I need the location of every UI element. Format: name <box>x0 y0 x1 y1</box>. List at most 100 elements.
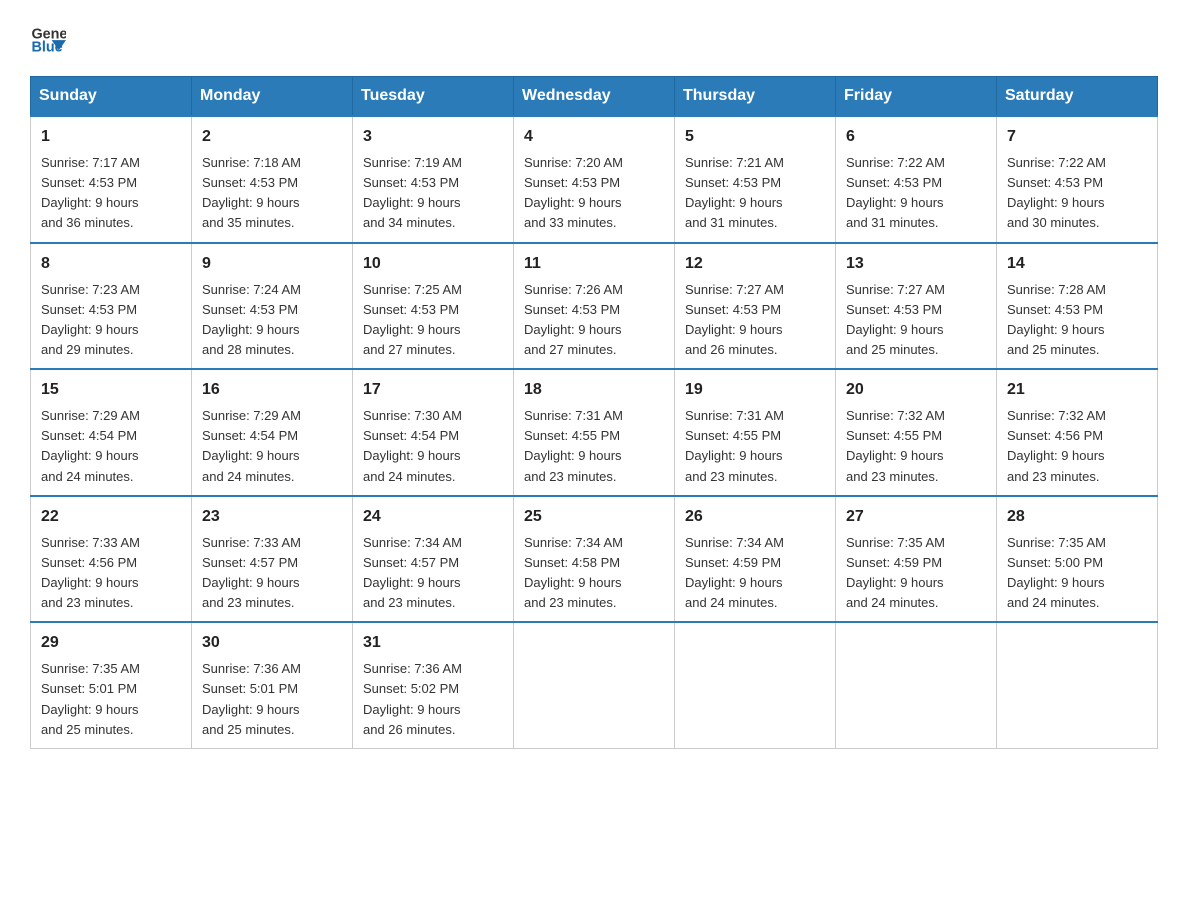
day-number: 3 <box>363 125 503 149</box>
day-info: Sunrise: 7:36 AMSunset: 5:01 PMDaylight:… <box>202 659 342 740</box>
day-info: Sunrise: 7:32 AMSunset: 4:56 PMDaylight:… <box>1007 406 1147 487</box>
calendar-cell: 20 Sunrise: 7:32 AMSunset: 4:55 PMDayligh… <box>836 369 997 496</box>
day-info: Sunrise: 7:31 AMSunset: 4:55 PMDaylight:… <box>685 406 825 487</box>
day-info: Sunrise: 7:17 AMSunset: 4:53 PMDaylight:… <box>41 153 181 234</box>
day-info: Sunrise: 7:29 AMSunset: 4:54 PMDaylight:… <box>202 406 342 487</box>
calendar-cell: 6 Sunrise: 7:22 AMSunset: 4:53 PMDaylight… <box>836 116 997 243</box>
day-number: 17 <box>363 378 503 402</box>
calendar-cell: 19Sunrise: 7:31 AMSunset: 4:55 PMDayligh… <box>675 369 836 496</box>
calendar-cell: 16 Sunrise: 7:29 AMSunset: 4:54 PMDayligh… <box>192 369 353 496</box>
calendar-cell: 25 Sunrise: 7:34 AMSunset: 4:58 PMDayligh… <box>514 496 675 623</box>
calendar-cell: 27 Sunrise: 7:35 AMSunset: 4:59 PMDayligh… <box>836 496 997 623</box>
day-number: 11 <box>524 252 664 276</box>
calendar-cell: 26 Sunrise: 7:34 AMSunset: 4:59 PMDayligh… <box>675 496 836 623</box>
day-info: Sunrise: 7:35 AMSunset: 4:59 PMDaylight:… <box>846 533 986 614</box>
week-row-1: 1Sunrise: 7:17 AMSunset: 4:53 PMDaylight… <box>31 116 1158 243</box>
day-info: Sunrise: 7:18 AMSunset: 4:53 PMDaylight:… <box>202 153 342 234</box>
day-info: Sunrise: 7:22 AMSunset: 4:53 PMDaylight:… <box>1007 153 1147 234</box>
day-number: 4 <box>524 125 664 149</box>
calendar-header-row: SundayMondayTuesdayWednesdayThursdayFrid… <box>31 77 1158 117</box>
week-row-4: 22Sunrise: 7:33 AMSunset: 4:56 PMDayligh… <box>31 496 1158 623</box>
calendar-header-sunday: Sunday <box>31 77 192 117</box>
day-number: 12 <box>685 252 825 276</box>
calendar-cell: 11 Sunrise: 7:26 AMSunset: 4:53 PMDayligh… <box>514 243 675 370</box>
week-row-3: 15 Sunrise: 7:29 AMSunset: 4:54 PMDayligh… <box>31 369 1158 496</box>
day-number: 10 <box>363 252 503 276</box>
calendar-cell: 12 Sunrise: 7:27 AMSunset: 4:53 PMDayligh… <box>675 243 836 370</box>
calendar-cell: 29 Sunrise: 7:35 AMSunset: 5:01 PMDayligh… <box>31 622 192 748</box>
calendar-cell: 2 Sunrise: 7:18 AMSunset: 4:53 PMDaylight… <box>192 116 353 243</box>
day-number: 8 <box>41 252 181 276</box>
calendar-cell: 31Sunrise: 7:36 AMSunset: 5:02 PMDayligh… <box>353 622 514 748</box>
calendar-cell: 10 Sunrise: 7:25 AMSunset: 4:53 PMDayligh… <box>353 243 514 370</box>
day-info: Sunrise: 7:28 AMSunset: 4:53 PMDaylight:… <box>1007 280 1147 361</box>
day-info: Sunrise: 7:34 AMSunset: 4:57 PMDaylight:… <box>363 533 503 614</box>
calendar-cell: 3 Sunrise: 7:19 AMSunset: 4:53 PMDaylight… <box>353 116 514 243</box>
calendar-cell: 13 Sunrise: 7:27 AMSunset: 4:53 PMDayligh… <box>836 243 997 370</box>
calendar-cell: 23 Sunrise: 7:33 AMSunset: 4:57 PMDayligh… <box>192 496 353 623</box>
day-info: Sunrise: 7:22 AMSunset: 4:53 PMDaylight:… <box>846 153 986 234</box>
day-number: 6 <box>846 125 986 149</box>
calendar-cell: 21 Sunrise: 7:32 AMSunset: 4:56 PMDayligh… <box>997 369 1158 496</box>
calendar-cell: 9Sunrise: 7:24 AMSunset: 4:53 PMDaylight… <box>192 243 353 370</box>
calendar-cell <box>836 622 997 748</box>
day-number: 29 <box>41 631 181 655</box>
calendar-header-friday: Friday <box>836 77 997 117</box>
day-number: 16 <box>202 378 342 402</box>
calendar-header-saturday: Saturday <box>997 77 1158 117</box>
day-info: Sunrise: 7:30 AMSunset: 4:54 PMDaylight:… <box>363 406 503 487</box>
logo-icon: General Blue <box>30 20 66 56</box>
day-info: Sunrise: 7:34 AMSunset: 4:58 PMDaylight:… <box>524 533 664 614</box>
day-info: Sunrise: 7:26 AMSunset: 4:53 PMDaylight:… <box>524 280 664 361</box>
calendar-cell: 8 Sunrise: 7:23 AMSunset: 4:53 PMDaylight… <box>31 243 192 370</box>
calendar-cell: 17 Sunrise: 7:30 AMSunset: 4:54 PMDayligh… <box>353 369 514 496</box>
day-info: Sunrise: 7:21 AMSunset: 4:53 PMDaylight:… <box>685 153 825 234</box>
day-number: 13 <box>846 252 986 276</box>
day-number: 24 <box>363 505 503 529</box>
calendar-header-thursday: Thursday <box>675 77 836 117</box>
day-number: 30 <box>202 631 342 655</box>
day-info: Sunrise: 7:36 AMSunset: 5:02 PMDaylight:… <box>363 659 503 740</box>
day-info: Sunrise: 7:23 AMSunset: 4:53 PMDaylight:… <box>41 280 181 361</box>
calendar-cell: 7 Sunrise: 7:22 AMSunset: 4:53 PMDaylight… <box>997 116 1158 243</box>
day-info: Sunrise: 7:35 AMSunset: 5:01 PMDaylight:… <box>41 659 181 740</box>
day-number: 27 <box>846 505 986 529</box>
day-number: 21 <box>1007 378 1147 402</box>
day-info: Sunrise: 7:29 AMSunset: 4:54 PMDaylight:… <box>41 406 181 487</box>
day-info: Sunrise: 7:34 AMSunset: 4:59 PMDaylight:… <box>685 533 825 614</box>
calendar-cell: 1Sunrise: 7:17 AMSunset: 4:53 PMDaylight… <box>31 116 192 243</box>
week-row-2: 8 Sunrise: 7:23 AMSunset: 4:53 PMDaylight… <box>31 243 1158 370</box>
day-number: 28 <box>1007 505 1147 529</box>
calendar-cell: 28 Sunrise: 7:35 AMSunset: 5:00 PMDayligh… <box>997 496 1158 623</box>
day-number: 25 <box>524 505 664 529</box>
day-info: Sunrise: 7:19 AMSunset: 4:53 PMDaylight:… <box>363 153 503 234</box>
day-number: 2 <box>202 125 342 149</box>
calendar-cell: 22Sunrise: 7:33 AMSunset: 4:56 PMDayligh… <box>31 496 192 623</box>
calendar-cell: 14 Sunrise: 7:28 AMSunset: 4:53 PMDayligh… <box>997 243 1158 370</box>
calendar-cell: 24 Sunrise: 7:34 AMSunset: 4:57 PMDayligh… <box>353 496 514 623</box>
day-info: Sunrise: 7:33 AMSunset: 4:57 PMDaylight:… <box>202 533 342 614</box>
day-number: 18 <box>524 378 664 402</box>
calendar-cell: 15 Sunrise: 7:29 AMSunset: 4:54 PMDayligh… <box>31 369 192 496</box>
day-number: 7 <box>1007 125 1147 149</box>
calendar-cell: 18Sunrise: 7:31 AMSunset: 4:55 PMDayligh… <box>514 369 675 496</box>
day-info: Sunrise: 7:25 AMSunset: 4:53 PMDaylight:… <box>363 280 503 361</box>
calendar-cell <box>997 622 1158 748</box>
day-number: 14 <box>1007 252 1147 276</box>
day-number: 23 <box>202 505 342 529</box>
calendar-table: SundayMondayTuesdayWednesdayThursdayFrid… <box>30 76 1158 749</box>
calendar-cell: 30 Sunrise: 7:36 AMSunset: 5:01 PMDayligh… <box>192 622 353 748</box>
logo: General Blue <box>30 20 70 56</box>
day-number: 22 <box>41 505 181 529</box>
day-number: 20 <box>846 378 986 402</box>
day-info: Sunrise: 7:32 AMSunset: 4:55 PMDaylight:… <box>846 406 986 487</box>
day-info: Sunrise: 7:27 AMSunset: 4:53 PMDaylight:… <box>846 280 986 361</box>
week-row-5: 29 Sunrise: 7:35 AMSunset: 5:01 PMDayligh… <box>31 622 1158 748</box>
day-info: Sunrise: 7:35 AMSunset: 5:00 PMDaylight:… <box>1007 533 1147 614</box>
calendar-cell: 4Sunrise: 7:20 AMSunset: 4:53 PMDaylight… <box>514 116 675 243</box>
day-number: 26 <box>685 505 825 529</box>
calendar-header-wednesday: Wednesday <box>514 77 675 117</box>
day-number: 15 <box>41 378 181 402</box>
calendar-cell <box>514 622 675 748</box>
day-info: Sunrise: 7:27 AMSunset: 4:53 PMDaylight:… <box>685 280 825 361</box>
